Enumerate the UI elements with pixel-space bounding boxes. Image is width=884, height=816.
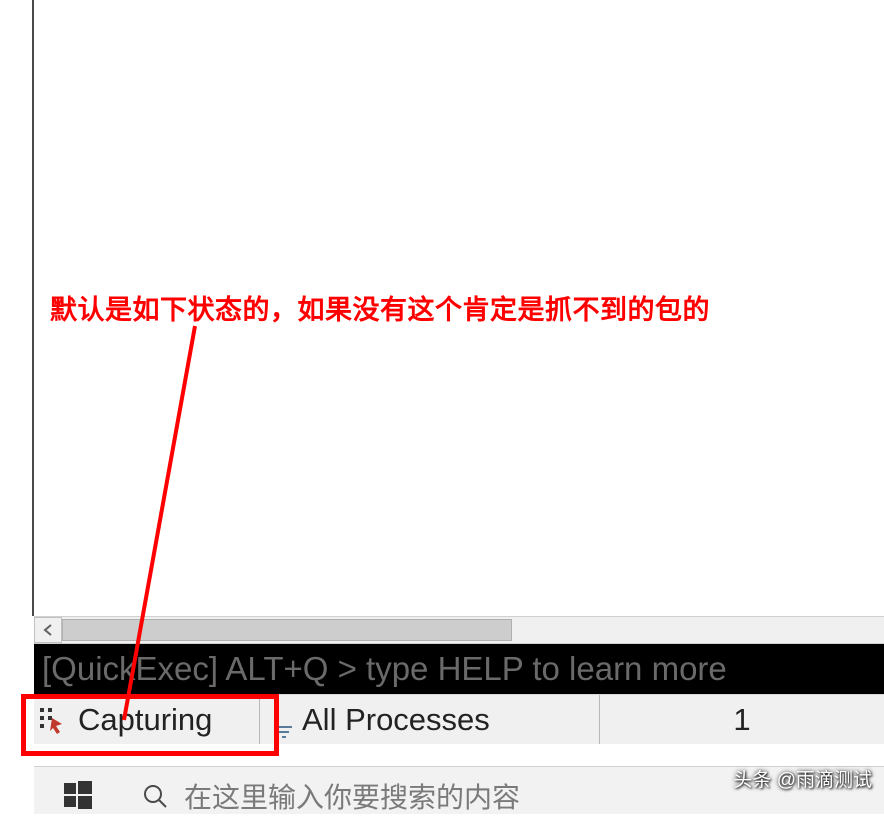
search-icon [142,783,168,809]
scroll-left-button[interactable] [34,617,62,643]
quickexec-bar[interactable]: [QuickExec] ALT+Q > type HELP to learn m… [34,644,884,694]
annotation-label: 默认是如下状态的，如果没有这个肯定是抓不到的包的 [50,288,710,327]
start-button[interactable] [34,767,122,814]
filter-icon [274,712,294,728]
windows-logo-icon [64,781,92,809]
processes-status[interactable]: All Processes [260,695,600,744]
capturing-status[interactable]: Capturing [34,695,260,744]
scroll-track[interactable] [62,617,884,643]
processes-label: All Processes [302,702,490,738]
status-bar: Capturing All Processes 1 [34,694,884,744]
scroll-thumb[interactable] [62,619,512,641]
quickexec-placeholder: [QuickExec] ALT+Q > type HELP to learn m… [42,650,727,688]
watermark: 头条 @雨滴测试 [733,765,872,792]
search-placeholder: 在这里输入你要搜索的内容 [184,776,520,816]
capturing-label: Capturing [78,702,212,738]
capture-icon [38,704,70,736]
count-value: 1 [733,702,750,738]
session-count-status[interactable]: 1 [600,695,884,744]
horizontal-scrollbar [34,616,884,644]
